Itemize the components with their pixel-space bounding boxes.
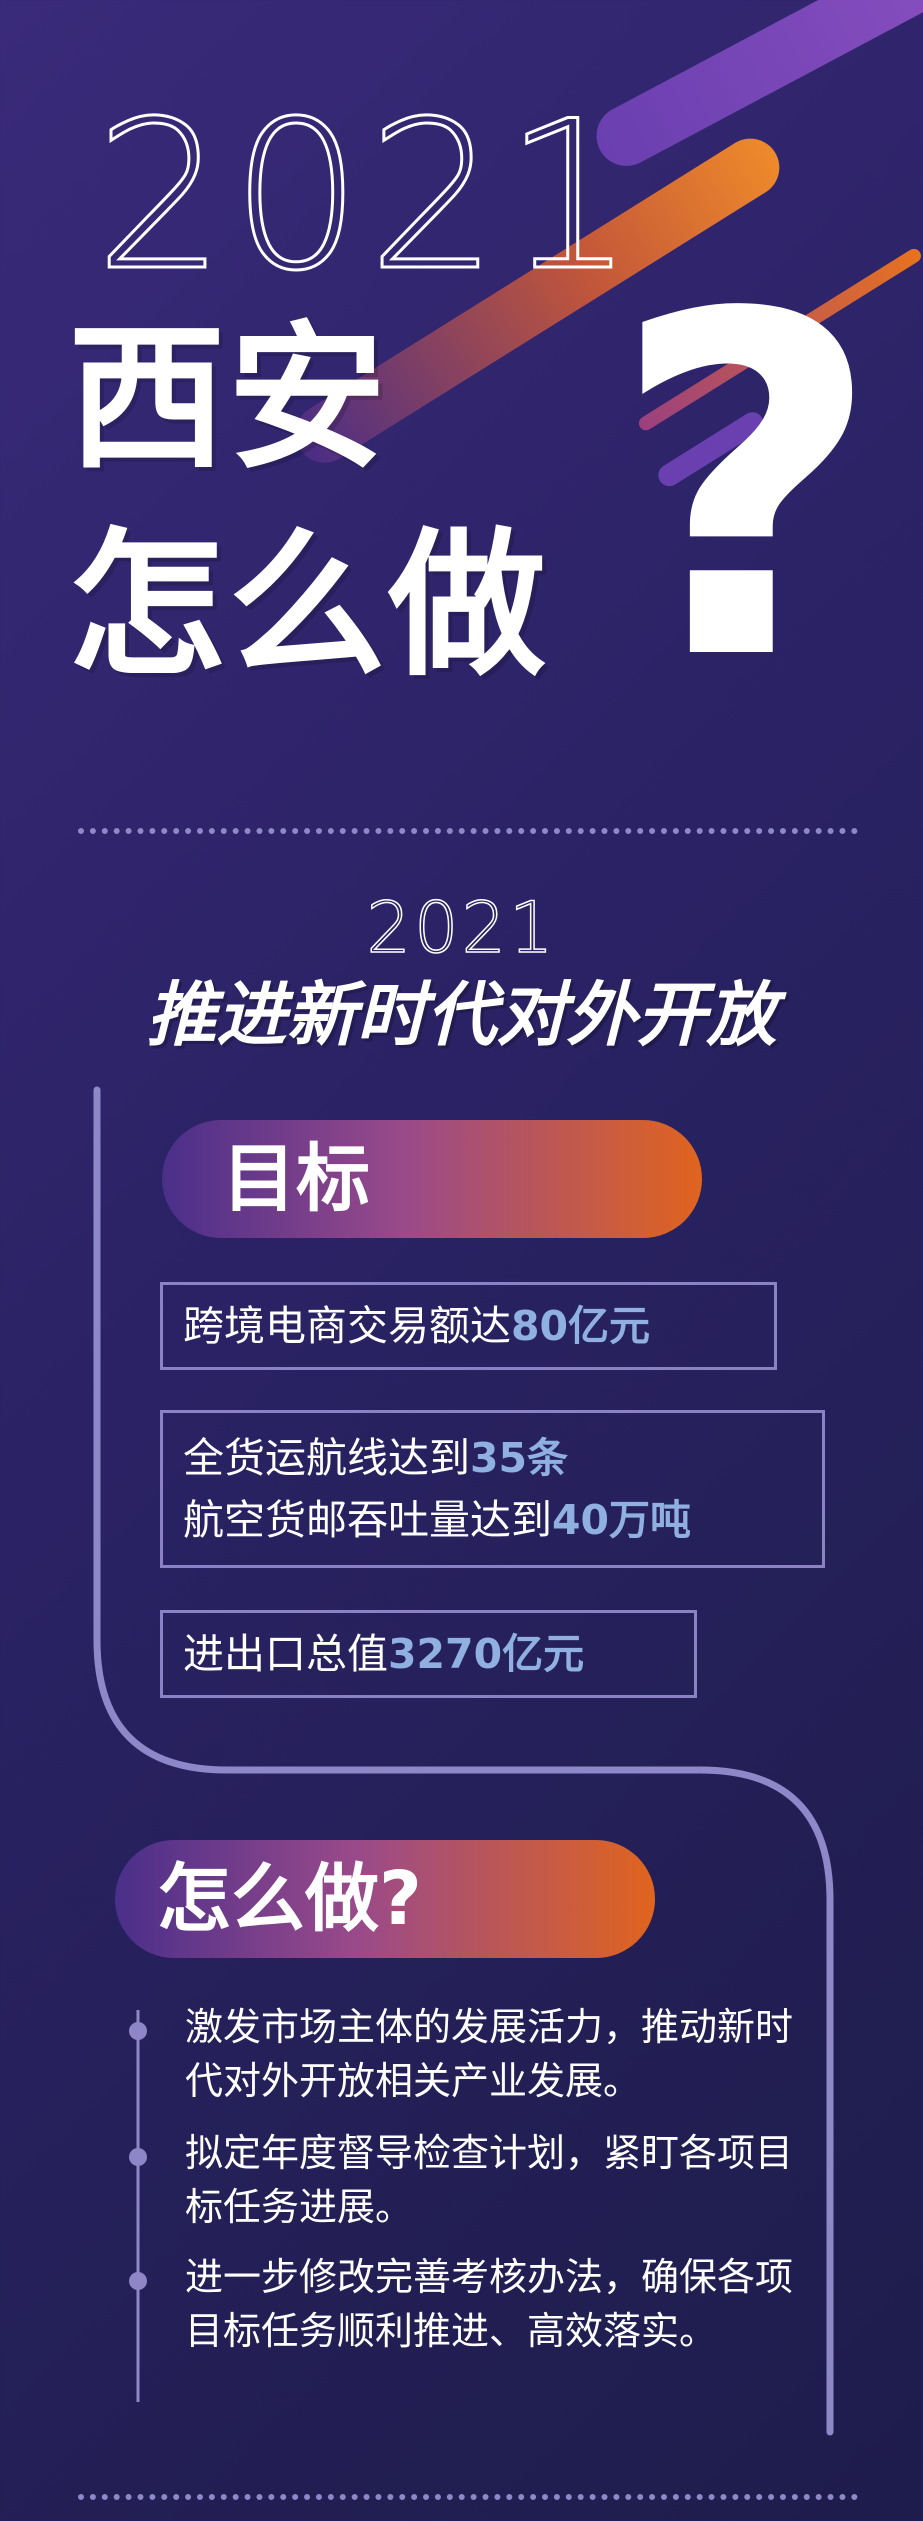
goal-value: 40万吨 xyxy=(552,1496,692,1544)
goal-line: 进出口总值3270亿元 xyxy=(163,1613,694,1695)
bullet-dot xyxy=(129,2148,147,2166)
goal-text: 跨境电商交易额达 xyxy=(183,1302,511,1350)
goal-box-2: 全货运航线达到35条 航空货邮吞吐量达到40万吨 xyxy=(160,1410,825,1568)
goal-value: 3270亿元 xyxy=(388,1630,585,1678)
bullet-item-3: 进一步修改完善考核办法，确保各项目标任务顺利推进、高效落实。 xyxy=(185,2255,794,2353)
goal-line: 航空货邮吞吐量达到40万吨 xyxy=(163,1489,822,1551)
how-heading: 怎么做? xyxy=(157,1856,422,1942)
bullet-dot xyxy=(129,2022,147,2040)
goal-line: 跨境电商交易额达80亿元 xyxy=(163,1285,774,1367)
goal-value: 80亿元 xyxy=(511,1302,651,1350)
how-heading-pill: 怎么做? xyxy=(115,1840,655,1958)
goal-line: 全货运航线达到35条 xyxy=(163,1427,822,1489)
goal-text: 全货运航线达到 xyxy=(183,1434,470,1482)
goals-heading-pill: 目标 xyxy=(162,1120,702,1238)
goal-box-1: 跨境电商交易额达80亿元 xyxy=(160,1282,777,1370)
goal-text: 进出口总值 xyxy=(183,1630,388,1678)
goal-text: 航空货邮吞吐量达到 xyxy=(183,1496,552,1544)
goals-heading: 目标 xyxy=(222,1136,370,1222)
goal-box-3: 进出口总值3270亿元 xyxy=(160,1610,697,1698)
divider-bottom xyxy=(78,2494,858,2500)
bullet-item-2: 拟定年度督导检查计划，紧盯各项目标任务进展。 xyxy=(185,2131,794,2229)
bullet-dot xyxy=(129,2272,147,2290)
bullet-item-1: 激发市场主体的发展活力，推动新时代对外开放相关产业发展。 xyxy=(185,2005,794,2103)
goal-value: 35条 xyxy=(470,1434,569,1482)
